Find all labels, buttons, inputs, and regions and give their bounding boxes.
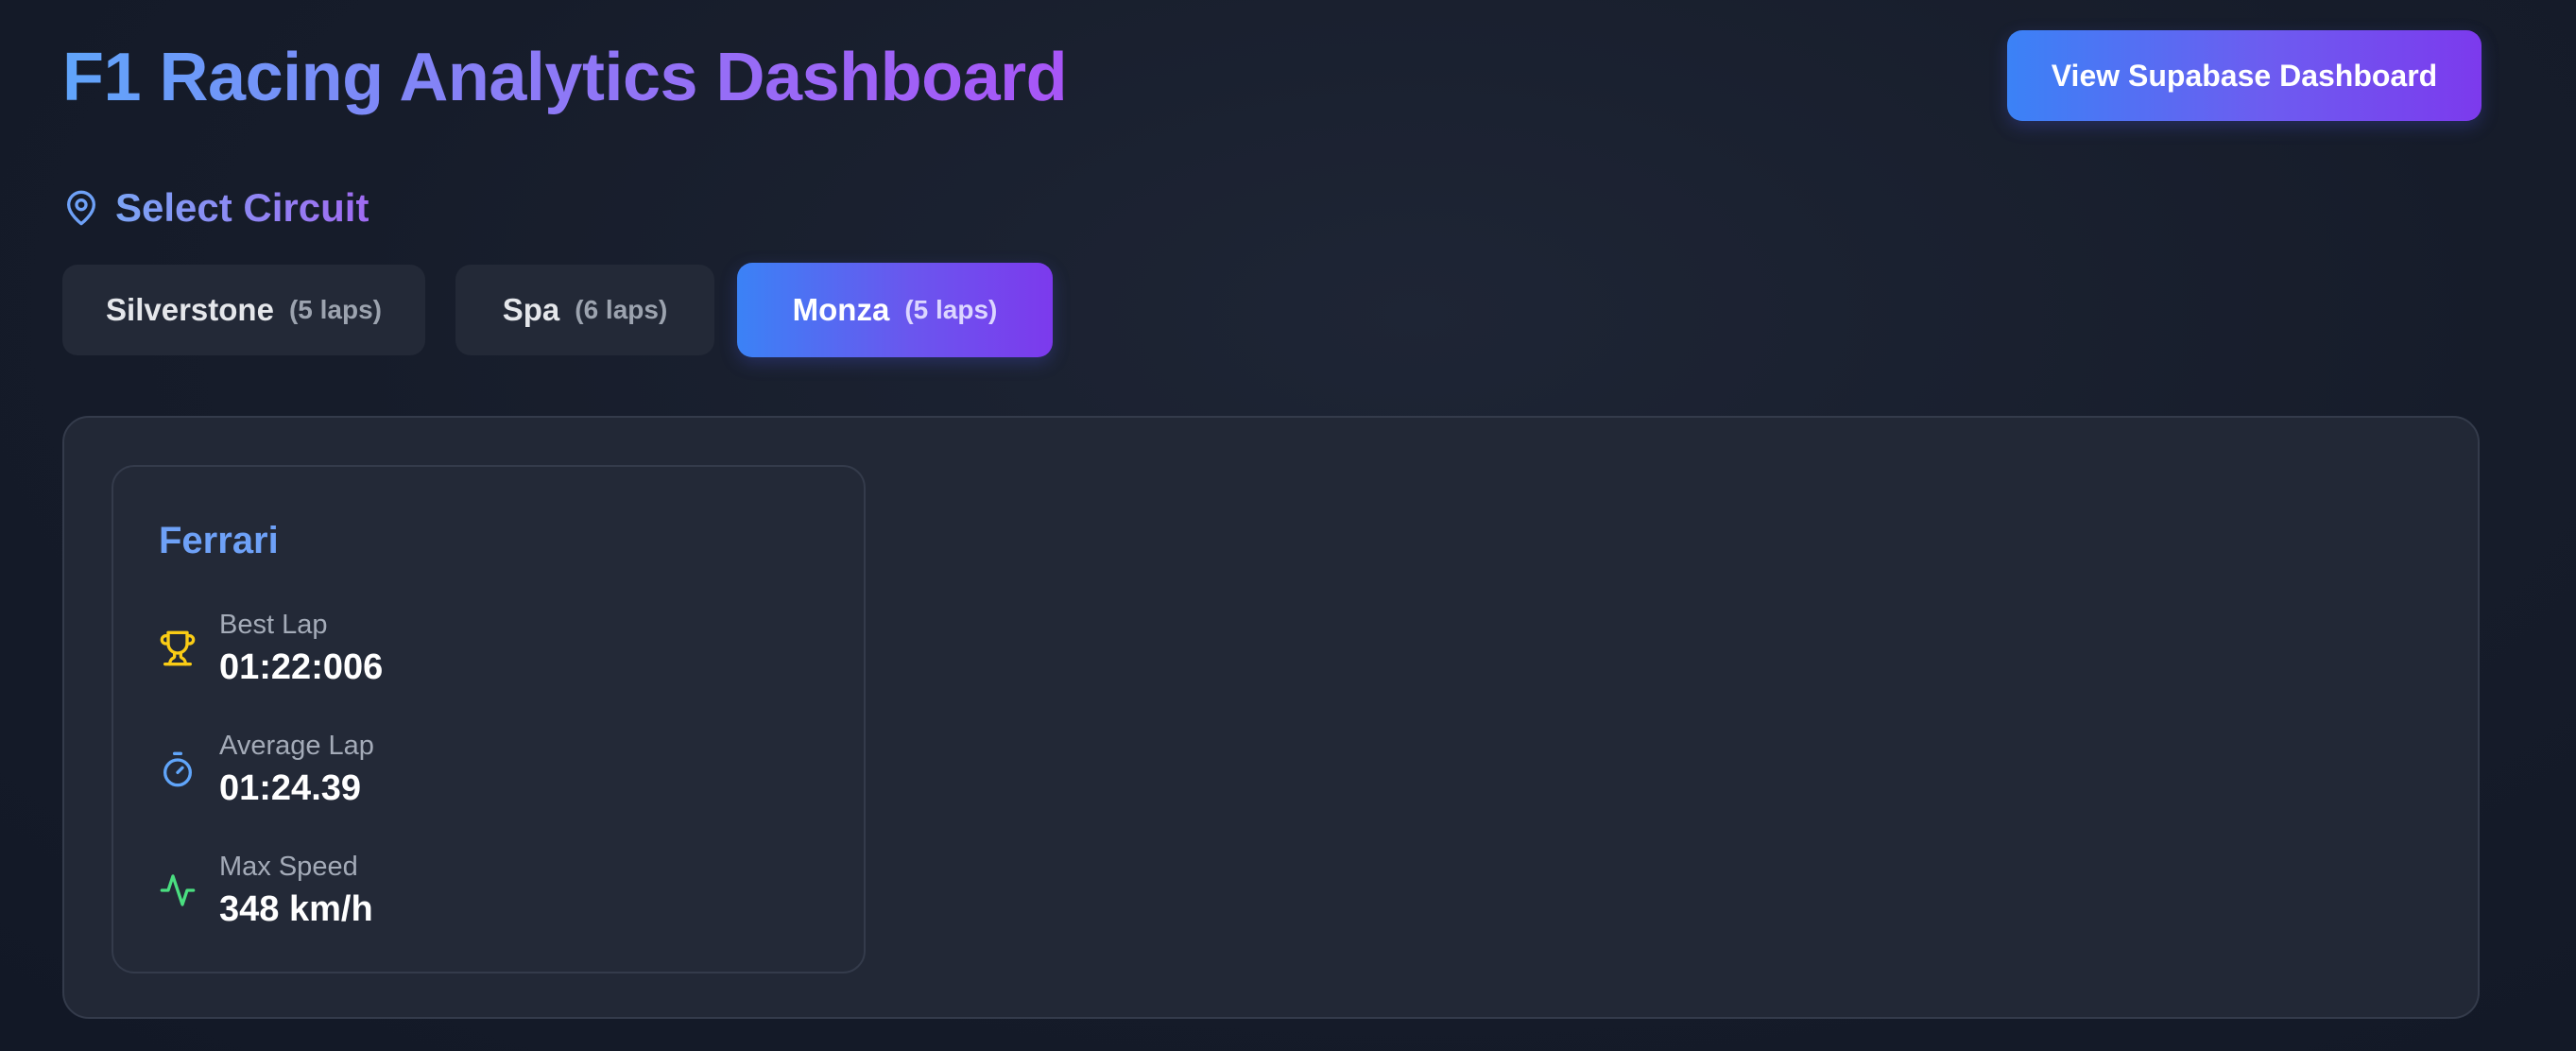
circuit-name: Spa [502,292,560,327]
best-lap-stat: Best Lap 01:22:006 [159,601,383,696]
team-card: Ferrari Best Lap 01:22:006 Average Lap 0… [112,465,866,973]
circuit-laps: (6 laps) [575,295,668,324]
select-circuit-label: Select Circuit [115,185,369,230]
circuit-name: Silverstone [106,292,274,327]
stat-value: 01:24.39 [219,768,362,808]
activity-icon [159,871,197,909]
team-name: Ferrari [159,520,279,561]
stat-label: Best Lap [219,610,328,640]
map-pin-icon [62,189,100,227]
results-panel: Ferrari Best Lap 01:22:006 Average Lap 0… [62,416,2480,1019]
circuit-tab-spa[interactable]: Spa (6 laps) [455,265,714,355]
stat-value: 348 km/h [219,889,373,929]
circuit-laps: (5 laps) [288,295,382,324]
stat-label: Max Speed [219,852,358,882]
view-supabase-dashboard-button[interactable]: View Supabase Dashboard [2007,30,2482,121]
stat-value: 01:22:006 [219,647,384,687]
average-lap-stat: Average Lap 01:24.39 [159,722,374,817]
max-speed-stat: Max Speed 348 km/h [159,843,373,938]
circuit-tab-silverstone[interactable]: Silverstone (5 laps) [62,265,425,355]
circuit-laps: (5 laps) [904,295,998,324]
page-title: F1 Racing Analytics Dashboard [62,32,1068,123]
stat-label: Average Lap [219,731,374,761]
trophy-icon [159,629,197,667]
circuit-name: Monza [792,292,890,327]
select-circuit-heading: Select Circuit [62,180,369,236]
stopwatch-icon [159,750,197,788]
circuit-tab-monza[interactable]: Monza (5 laps) [737,263,1053,357]
